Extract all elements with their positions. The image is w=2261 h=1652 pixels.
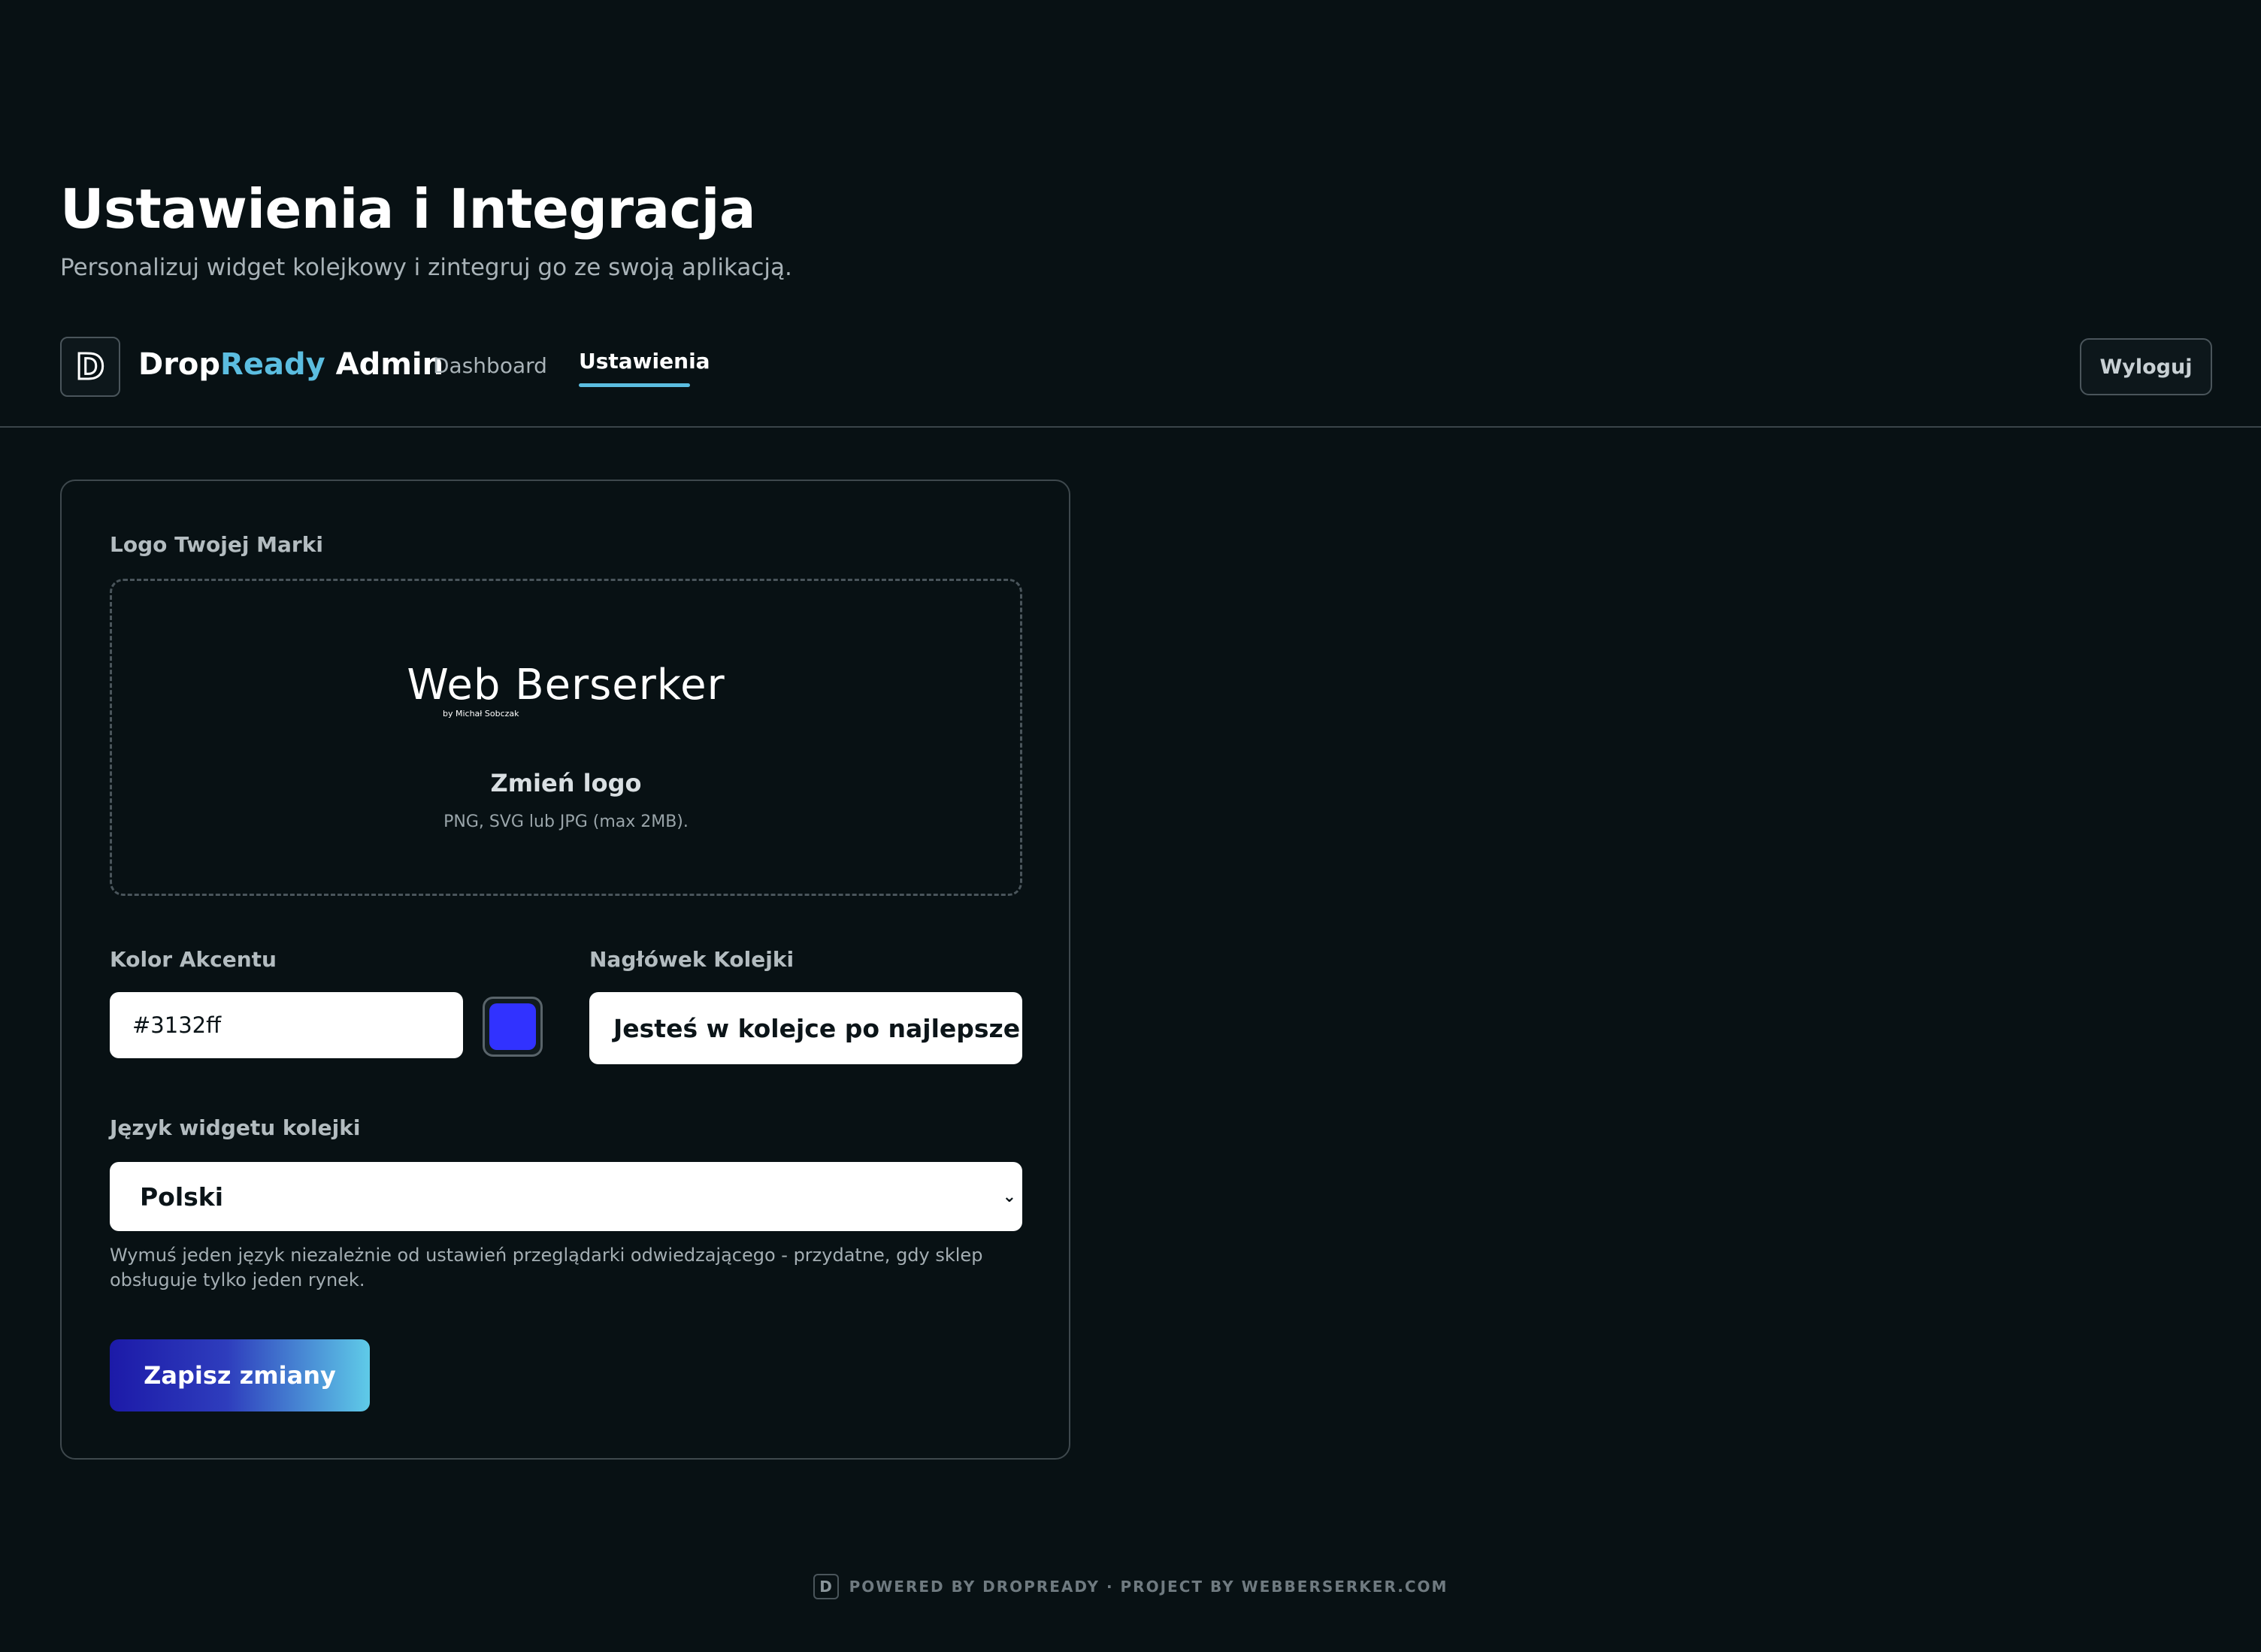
brand-name-admin: Admin — [335, 347, 444, 382]
brand-name-drop: Drop — [138, 347, 221, 382]
logout-button[interactable]: Wyloguj — [2080, 338, 2212, 395]
accent-color-swatch — [489, 1003, 536, 1050]
page-title: Ustawienia i Integracja — [60, 177, 756, 241]
header-divider — [0, 426, 2261, 428]
change-logo-label: Zmień logo — [490, 769, 642, 797]
settings-card: Logo Twojej Marki Web Berserker by Micha… — [60, 480, 1070, 1460]
page-footer: D POWERED BY DROPREADY · PROJECT BY WEBB… — [0, 1574, 2261, 1599]
footer-credits[interactable]: POWERED BY DROPREADY · PROJECT BY WEBBER… — [849, 1578, 1448, 1596]
settings-page: Ustawienia i Integracja Personalizuj wid… — [0, 0, 2261, 1652]
brand-name[interactable]: DropReady Admin — [138, 347, 443, 382]
nav-link-dashboard[interactable]: Dashboard — [433, 353, 547, 378]
brand-logo-byline: by Michał Sobczak — [443, 709, 519, 719]
top-navbar: D DropReady Admin Dashboard Ustawienia W… — [0, 337, 2261, 428]
queue-header-input[interactable]: Jesteś w kolejce po najlepsze ofe — [589, 992, 1022, 1064]
brand-logo-letter: D — [74, 346, 105, 389]
brand-logo-icon[interactable]: D — [60, 337, 120, 397]
brand-name-ready: Ready — [220, 347, 325, 382]
language-select-value: Polski — [140, 1182, 224, 1212]
accent-color-label: Kolor Akcentu — [110, 947, 277, 972]
queue-header-label: Nagłówek Kolejki — [589, 947, 795, 972]
footer-logo-icon: D — [813, 1574, 839, 1599]
nav-link-settings[interactable]: Ustawienia — [579, 349, 710, 374]
language-select[interactable]: Polski ⌄ — [110, 1162, 1022, 1231]
language-help-text: Wymuś jeden język niezależnie od ustawie… — [110, 1245, 983, 1290]
language-label: Język widgetu kolejki — [110, 1115, 361, 1140]
save-changes-button[interactable]: Zapisz zmiany — [110, 1339, 370, 1411]
logo-format-hint: PNG, SVG lub JPG (max 2MB). — [443, 812, 689, 831]
accent-color-picker[interactable] — [483, 997, 543, 1057]
chevron-down-icon: ⌄ — [1002, 1188, 1016, 1206]
active-tab-indicator — [579, 383, 690, 387]
page-subtitle: Personalizuj widget kolejkowy i zintegru… — [60, 254, 792, 281]
logo-dropzone[interactable]: Web Berserker by Michał Sobczak Zmień lo… — [110, 579, 1022, 896]
logo-label: Logo Twojej Marki — [110, 532, 323, 557]
accent-color-input[interactable]: #3132ff — [110, 992, 463, 1058]
brand-logo-preview: Web Berserker — [407, 661, 725, 710]
